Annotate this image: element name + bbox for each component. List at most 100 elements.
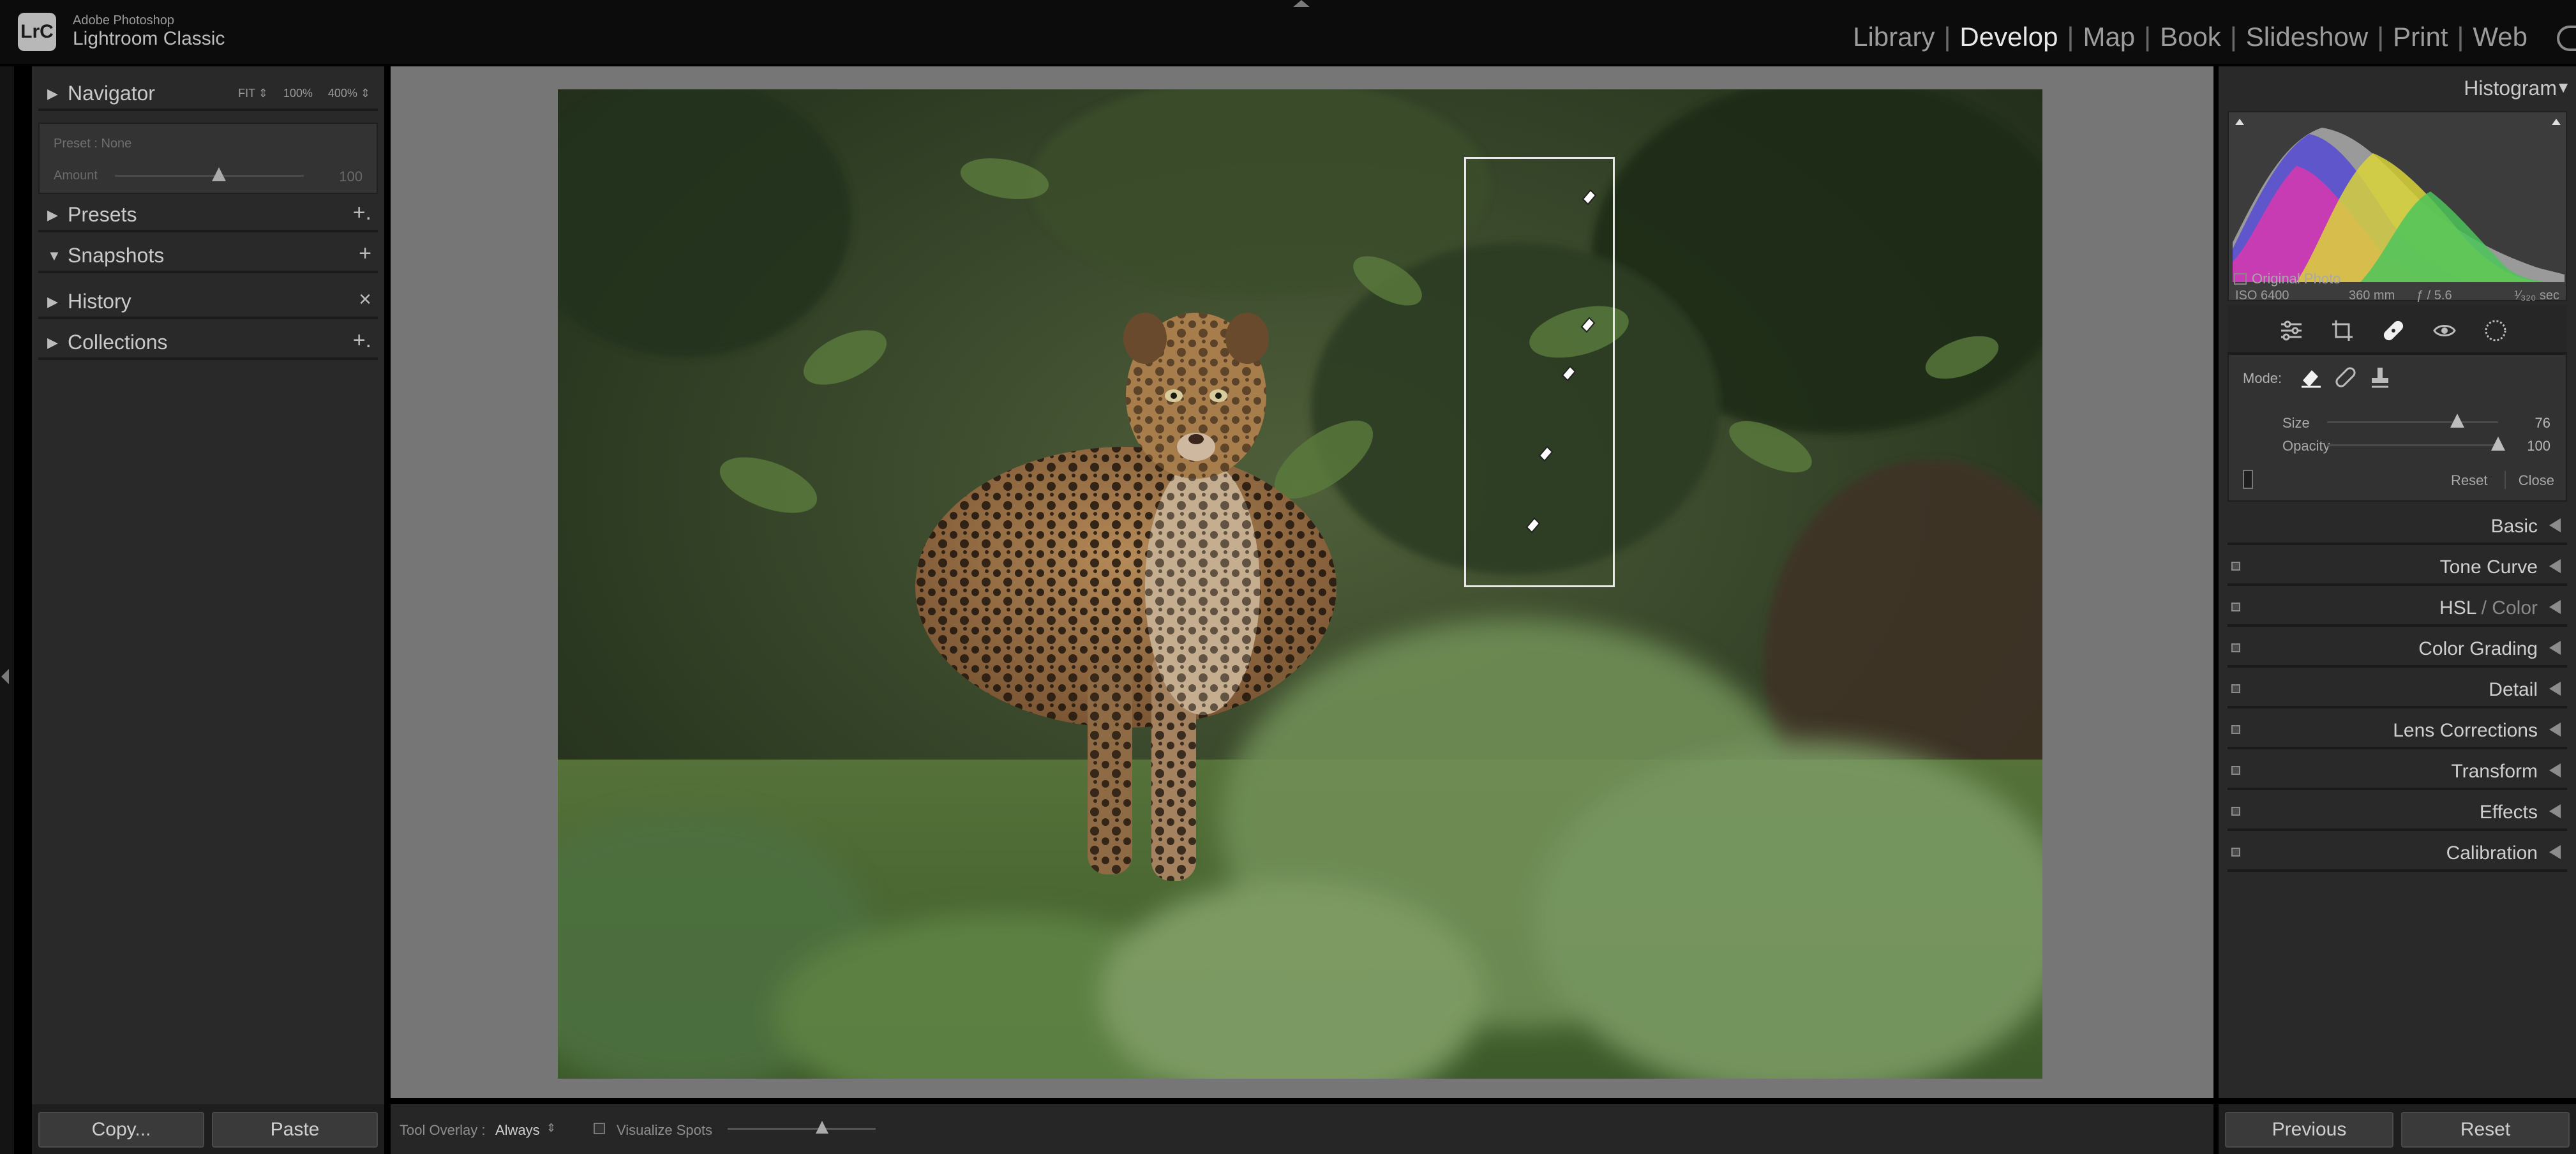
divider [2505,471,2506,489]
lightroom-logo: LrC [18,13,56,51]
crop-icon[interactable] [2330,318,2355,343]
module-library[interactable]: Library [1849,22,1938,52]
module-separator: | [2067,22,2074,52]
photo-image [558,89,2042,1079]
history-header[interactable]: ▶ History × [38,282,378,319]
lens-corrections-section-header[interactable]: Lens Corrections [2228,711,2567,749]
effects-section-header[interactable]: Effects [2228,793,2567,831]
panel-toggle-switch[interactable] [2231,603,2240,611]
panel-toggle-switch[interactable] [2231,807,2240,816]
panel-toggle-switch[interactable] [2231,766,2240,775]
panel-toggle-switch[interactable] [2231,562,2240,571]
tone-curve-section-header[interactable]: Tone Curve [2228,548,2567,586]
spot-pin-icon[interactable] [1578,185,1599,207]
expand-triangle-icon: ▶ [47,334,58,350]
visualize-threshold-slider-thumb[interactable] [816,1121,829,1134]
left-panel-edge[interactable] [0,66,14,1154]
expand-triangle-icon: ▶ [47,86,58,101]
section-label: Tone Curve [2439,557,2538,578]
color-tab[interactable]: / Color [2476,597,2538,618]
snapshots-header[interactable]: ▼ Snapshots + [38,236,378,273]
collapse-top-panel-icon[interactable] [1293,0,1310,7]
expand-triangle-icon: ▶ [47,294,58,310]
tool-overlay-label: Tool Overlay : [400,1122,486,1138]
expand-triangle-icon [2549,763,2561,777]
zoom-fit-option[interactable]: FIT ⇕ [238,87,268,100]
color-grading-section-header[interactable]: Color Grading [2228,629,2567,668]
add-snapshot-icon[interactable]: + [359,241,371,266]
reset-button[interactable]: Reset [2401,1112,2570,1148]
transform-section-header[interactable]: Transform [2228,752,2567,790]
previous-button[interactable]: Previous [2225,1112,2393,1148]
spot-pin-icon[interactable] [1557,361,1579,383]
module-print[interactable]: Print [2389,22,2452,52]
size-slider-thumb[interactable] [2450,414,2464,428]
clone-icon[interactable] [2368,365,2392,389]
red-eye-icon[interactable] [2432,318,2457,343]
section-label: Transform [2451,761,2538,782]
module-web[interactable]: Web [2469,22,2531,52]
module-separator: | [2457,22,2464,52]
section-label: Basic [2490,516,2538,537]
clear-history-icon[interactable]: × [359,287,371,312]
module-book[interactable]: Book [2156,22,2225,52]
spot-reset-button[interactable]: Reset [2451,472,2487,489]
amount-slider-thumb[interactable] [211,167,226,181]
photo-canvas[interactable] [391,66,2213,1098]
presets-header[interactable]: ▶ Presets +. [38,195,378,232]
original-photo-label: Original Photo [2252,271,2341,287]
right-panel: Histogram ▼ ISO 6400 360 mm ƒ / 5.6 ¹⁄₃₂… [2219,66,2576,1098]
paste-button[interactable]: Paste [212,1112,378,1148]
panel-toggle-switch[interactable] [2231,643,2240,652]
heal-icon[interactable] [2333,365,2358,389]
right-bottom-bar: Previous Reset [2219,1104,2576,1154]
visualize-threshold-slider-track[interactable] [728,1128,876,1130]
spot-close-button[interactable]: Close [2519,472,2554,489]
calibration-section-header[interactable]: Calibration [2228,834,2567,872]
opacity-slider-thumb[interactable] [2491,437,2505,451]
spot-pin-icon[interactable] [1522,513,1543,535]
size-slider-track[interactable] [2327,421,2498,423]
section-label: Color Grading [2418,638,2538,659]
basic-section-header[interactable]: Basic [2228,507,2567,545]
panel-toggle-switch[interactable] [2231,848,2240,857]
opacity-value[interactable]: 100 [2527,438,2550,454]
collapse-triangle-icon[interactable]: ▼ [2556,79,2571,97]
edit-sliders-icon[interactable] [2279,318,2304,343]
zoom-100-option[interactable]: 100% [283,87,313,100]
section-label: Effects [2479,802,2538,823]
cloud-sync-icon[interactable] [2557,26,2576,51]
zoom-400-option[interactable]: 400% ⇕ [328,87,370,100]
original-photo-checkbox[interactable] [2234,273,2247,285]
healing-icon[interactable] [2381,318,2406,343]
copy-button[interactable]: Copy... [38,1112,204,1148]
panel-toggle-switch[interactable] [2243,470,2253,489]
hsl-tab[interactable]: HSL [2439,597,2476,618]
module-map[interactable]: Map [2079,22,2139,52]
module-slideshow[interactable]: Slideshow [2242,22,2372,52]
leopard-photo[interactable] [558,89,2042,1079]
add-collection-icon[interactable]: +. [353,328,371,353]
histogram-title[interactable]: Histogram [2464,77,2557,100]
spot-pin-icon[interactable] [1534,442,1556,463]
tool-overlay-dropdown[interactable]: Always [495,1122,540,1139]
dropdown-arrow-icon[interactable]: ⇕ [546,1121,556,1135]
add-preset-icon[interactable]: +. [353,200,371,225]
module-develop[interactable]: Develop [1956,22,2062,52]
panel-toggle-switch[interactable] [2231,684,2240,693]
hsl-color-section-header[interactable]: HSL / Color [2228,588,2567,627]
navigator-label: Navigator [68,82,155,105]
panel-toggle-switch[interactable] [2231,725,2240,734]
content-aware-remove-icon[interactable] [2299,365,2323,389]
section-label: Calibration [2446,843,2538,864]
spot-pin-icon[interactable] [1576,313,1598,334]
size-value[interactable]: 76 [2535,415,2550,431]
collapse-left-panel-icon[interactable] [1,669,9,684]
opacity-slider-track[interactable] [2327,444,2498,446]
masking-icon[interactable] [2483,318,2508,343]
visualize-spots-checkbox[interactable] [594,1123,605,1134]
amount-slider-track[interactable] [115,175,304,177]
collections-header[interactable]: ▶ Collections +. [38,323,378,360]
navigator-header[interactable]: ▶ Navigator FIT ⇕ 100% 400% ⇕ [38,74,378,111]
detail-section-header[interactable]: Detail [2228,670,2567,708]
